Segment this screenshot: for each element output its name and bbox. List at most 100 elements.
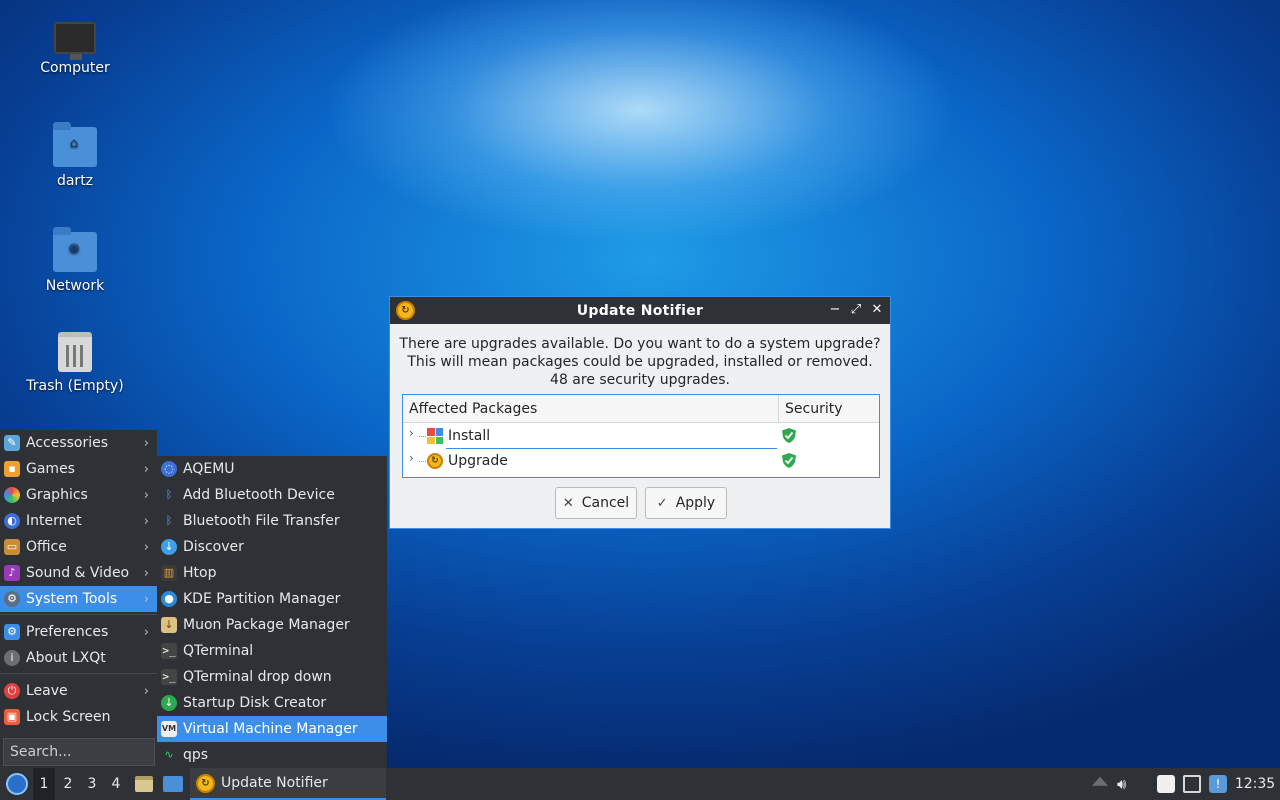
chevron-right-icon: › bbox=[143, 683, 149, 699]
shield-check-icon bbox=[782, 428, 796, 443]
chevron-right-icon: › bbox=[143, 565, 149, 581]
chevron-right-icon: › bbox=[143, 624, 149, 640]
submenu-item-muon[interactable]: ↓ Muon Package Manager bbox=[157, 612, 387, 638]
lxqt-logo-icon bbox=[6, 773, 28, 795]
preferences-icon: ⚙ bbox=[4, 624, 20, 640]
menu-item-internet[interactable]: ◐ Internet › bbox=[0, 508, 157, 534]
menu-item-about[interactable]: i About LXQt bbox=[0, 645, 157, 671]
desktop-icon-label: dartz bbox=[56, 173, 94, 189]
system-tools-icon: ⚙ bbox=[4, 591, 20, 607]
show-desktop-button[interactable] bbox=[162, 768, 184, 800]
network-icon[interactable] bbox=[1183, 775, 1201, 793]
network-folder-icon: ◉ bbox=[53, 227, 97, 272]
workspace-3[interactable]: 3 bbox=[81, 768, 103, 800]
menu-search-input[interactable] bbox=[3, 738, 155, 766]
submenu-item-startup-disk[interactable]: ↓ Startup Disk Creator bbox=[157, 690, 387, 716]
close-button[interactable]: ✕ bbox=[868, 301, 886, 319]
update-notifier-dialog: ↻ Update Notifier − ⤢ ✕ There are upgrad… bbox=[389, 296, 891, 529]
check-icon: ✓ bbox=[656, 495, 668, 511]
start-menu-button[interactable] bbox=[4, 768, 30, 800]
dialog-titlebar[interactable]: ↻ Update Notifier − ⤢ ✕ bbox=[390, 297, 890, 324]
desktop-icon-label: Computer bbox=[40, 60, 110, 76]
submenu-item-discover[interactable]: ↓ Discover bbox=[157, 534, 387, 560]
workspace-1[interactable]: 1 bbox=[33, 768, 55, 800]
chevron-right-icon[interactable]: › bbox=[409, 426, 414, 440]
update-notifier-icon: ↻ bbox=[196, 773, 215, 793]
submenu-item-qps[interactable]: ∿ qps bbox=[157, 742, 387, 768]
shield-check-icon bbox=[782, 453, 796, 468]
chevron-right-icon: › bbox=[143, 487, 149, 503]
apply-button[interactable]: ✓ Apply bbox=[645, 487, 727, 519]
menu-item-office[interactable]: ▭ Office › bbox=[0, 534, 157, 560]
workspace-2[interactable]: 2 bbox=[57, 768, 79, 800]
affected-packages-tree[interactable]: Affected Packages Security › Install › ↻… bbox=[402, 394, 880, 478]
submenu-item-htop[interactable]: ▥ Htop bbox=[157, 560, 387, 586]
application-menu: ✎ Accessories › ▪ Games › Graphics › ◐ I… bbox=[0, 430, 157, 768]
lock-icon: ▣ bbox=[4, 709, 20, 725]
upgrade-icon: ↻ bbox=[427, 453, 443, 469]
workspace-4[interactable]: 4 bbox=[105, 768, 127, 800]
submenu-item-virt-manager[interactable]: VM Virtual Machine Manager bbox=[157, 716, 387, 742]
menu-separator bbox=[0, 673, 157, 674]
minimize-button[interactable]: − bbox=[826, 301, 844, 319]
desktop-icon-home[interactable]: ⌂ dartz bbox=[20, 122, 130, 189]
office-icon: ▭ bbox=[4, 539, 20, 555]
chevron-right-icon: › bbox=[143, 435, 149, 451]
desktop-icon-trash[interactable]: Trash (Empty) bbox=[20, 332, 130, 394]
startup-disk-icon: ↓ bbox=[161, 695, 177, 711]
clock[interactable]: 12:35 bbox=[1234, 768, 1276, 800]
submenu-item-qterminal-dropdown[interactable]: >_ QTerminal drop down bbox=[157, 664, 387, 690]
tree-row-upgrade[interactable]: › ↻ Upgrade bbox=[403, 449, 879, 474]
htop-icon: ▥ bbox=[161, 565, 177, 581]
chevron-right-icon: › bbox=[143, 513, 149, 529]
virt-manager-icon: VM bbox=[161, 721, 177, 737]
taskbar: 1 2 3 4 ↻ Update Notifier 🔊︎ ! 12:35 bbox=[0, 768, 1280, 800]
submenu-item-add-bluetooth[interactable]: ᛒ Add Bluetooth Device bbox=[157, 482, 387, 508]
dialog-title: Update Notifier bbox=[576, 302, 704, 319]
desktop-icon-network[interactable]: ◉ Network bbox=[20, 227, 130, 294]
task-update-notifier[interactable]: ↻ Update Notifier bbox=[190, 768, 386, 800]
maximize-button[interactable]: ⤢ bbox=[847, 301, 865, 319]
trash-icon bbox=[58, 332, 92, 372]
chevron-right-icon: › bbox=[143, 461, 149, 477]
discover-icon: ↓ bbox=[161, 539, 177, 555]
clipboard-icon[interactable] bbox=[1157, 775, 1175, 793]
bluetooth-icon: ᛒ bbox=[165, 514, 173, 527]
internet-icon: ◐ bbox=[4, 513, 20, 529]
update-notifier-icon: ↻ bbox=[396, 301, 415, 320]
close-icon: ✕ bbox=[562, 495, 574, 511]
column-header-security[interactable]: Security bbox=[785, 401, 843, 417]
submenu-item-kde-partition[interactable]: ● KDE Partition Manager bbox=[157, 586, 387, 612]
leave-icon: ⏻ bbox=[4, 683, 20, 699]
volume-icon[interactable]: 🔊︎ bbox=[1117, 775, 1135, 793]
chevron-right-icon: › bbox=[143, 539, 149, 555]
system-tools-submenu: ◌ AQEMU ᛒ Add Bluetooth Device ᛒ Bluetoo… bbox=[157, 456, 387, 768]
submenu-item-bluetooth-transfer[interactable]: ᛒ Bluetooth File Transfer bbox=[157, 508, 387, 534]
desktop-icon-computer[interactable]: Computer bbox=[20, 18, 130, 76]
dialog-message: There are upgrades available. Do you wan… bbox=[399, 336, 881, 388]
column-header-packages[interactable]: Affected Packages bbox=[409, 401, 537, 417]
cancel-button[interactable]: ✕ Cancel bbox=[555, 487, 637, 519]
eject-icon[interactable] bbox=[1091, 776, 1109, 786]
accessories-icon: ✎ bbox=[4, 435, 20, 451]
menu-item-preferences[interactable]: ⚙ Preferences › bbox=[0, 619, 157, 645]
menu-item-lock-screen[interactable]: ▣ Lock Screen bbox=[0, 704, 157, 730]
bluetooth-icon: ᛒ bbox=[165, 488, 173, 501]
menu-item-graphics[interactable]: Graphics › bbox=[0, 482, 157, 508]
chevron-right-icon[interactable]: › bbox=[409, 451, 414, 465]
submenu-item-aqemu[interactable]: ◌ AQEMU bbox=[157, 456, 387, 482]
tree-row-install[interactable]: › Install bbox=[403, 424, 879, 449]
menu-item-accessories[interactable]: ✎ Accessories › bbox=[0, 430, 157, 456]
file-manager-launcher[interactable] bbox=[134, 768, 154, 800]
menu-item-leave[interactable]: ⏻ Leave › bbox=[0, 678, 157, 704]
menu-item-sound-video[interactable]: ♪ Sound & Video › bbox=[0, 560, 157, 586]
desktop-icon bbox=[163, 776, 183, 792]
partition-manager-icon: ● bbox=[161, 591, 177, 607]
menu-item-system-tools[interactable]: ⚙ System Tools › bbox=[0, 586, 157, 612]
menu-separator bbox=[0, 614, 157, 615]
submenu-item-qterminal[interactable]: >_ QTerminal bbox=[157, 638, 387, 664]
home-folder-icon: ⌂ bbox=[53, 122, 97, 167]
update-tray-icon[interactable]: ! bbox=[1209, 775, 1227, 793]
graphics-icon bbox=[4, 487, 20, 503]
menu-item-games[interactable]: ▪ Games › bbox=[0, 456, 157, 482]
